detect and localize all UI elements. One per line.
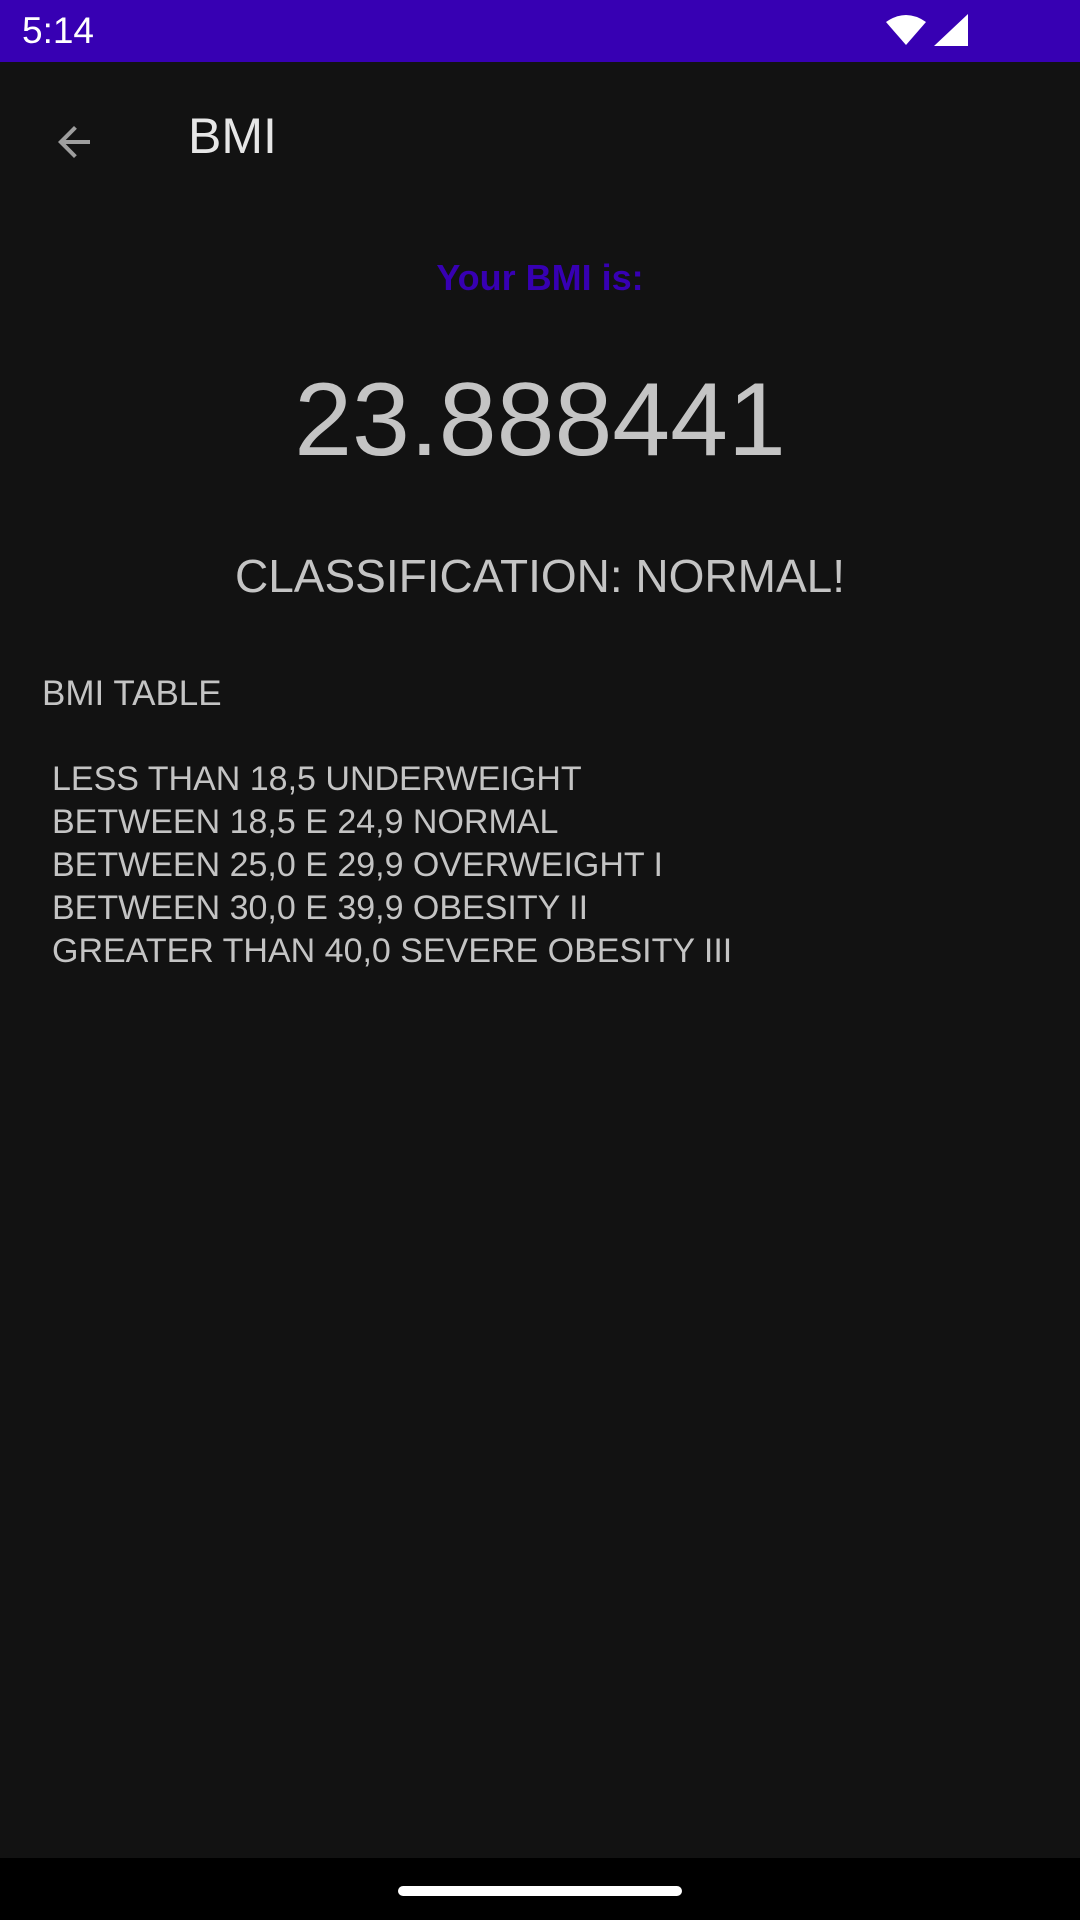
bmi-classification: CLASSIFICATION: NORMAL! bbox=[234, 550, 846, 602]
status-bar: 5:14 bbox=[0, 0, 1080, 62]
status-time: 5:14 bbox=[22, 10, 95, 51]
bmi-table-row: BETWEEN 25,0 E 29,9 OVERWEIGHT I bbox=[52, 846, 663, 884]
arrow-back-icon bbox=[50, 118, 98, 171]
bmi-table-row: GREATER THAN 40,0 SEVERE OBESITY III bbox=[52, 932, 733, 970]
home-gesture-handle[interactable] bbox=[398, 1886, 682, 1896]
wifi-icon bbox=[886, 14, 926, 46]
page-title: BMI bbox=[188, 108, 277, 164]
bmi-table-row: LESS THAN 18,5 UNDERWEIGHT bbox=[52, 760, 582, 798]
bmi-value: 23.888441 bbox=[294, 362, 786, 478]
back-button[interactable] bbox=[32, 102, 116, 186]
cellular-signal-icon bbox=[934, 14, 968, 46]
app-bar: BMI bbox=[0, 62, 1080, 212]
bmi-table-row: BETWEEN 30,0 E 39,9 OBESITY II bbox=[52, 889, 589, 927]
status-icons bbox=[886, 14, 968, 46]
navigation-bar bbox=[0, 1858, 1080, 1920]
bmi-result-label: Your BMI is: bbox=[436, 257, 644, 298]
bmi-table-list: LESS THAN 18,5 UNDERWEIGHT BETWEEN 18,5 … bbox=[52, 758, 732, 973]
bmi-table-heading: BMI TABLE bbox=[42, 674, 222, 713]
bmi-result-screen: 5:14 BMI Your BMI is: 23.888441 CLASSIFI… bbox=[0, 0, 1080, 1920]
bmi-table-row: BETWEEN 18,5 E 24,9 NORMAL bbox=[52, 803, 559, 841]
